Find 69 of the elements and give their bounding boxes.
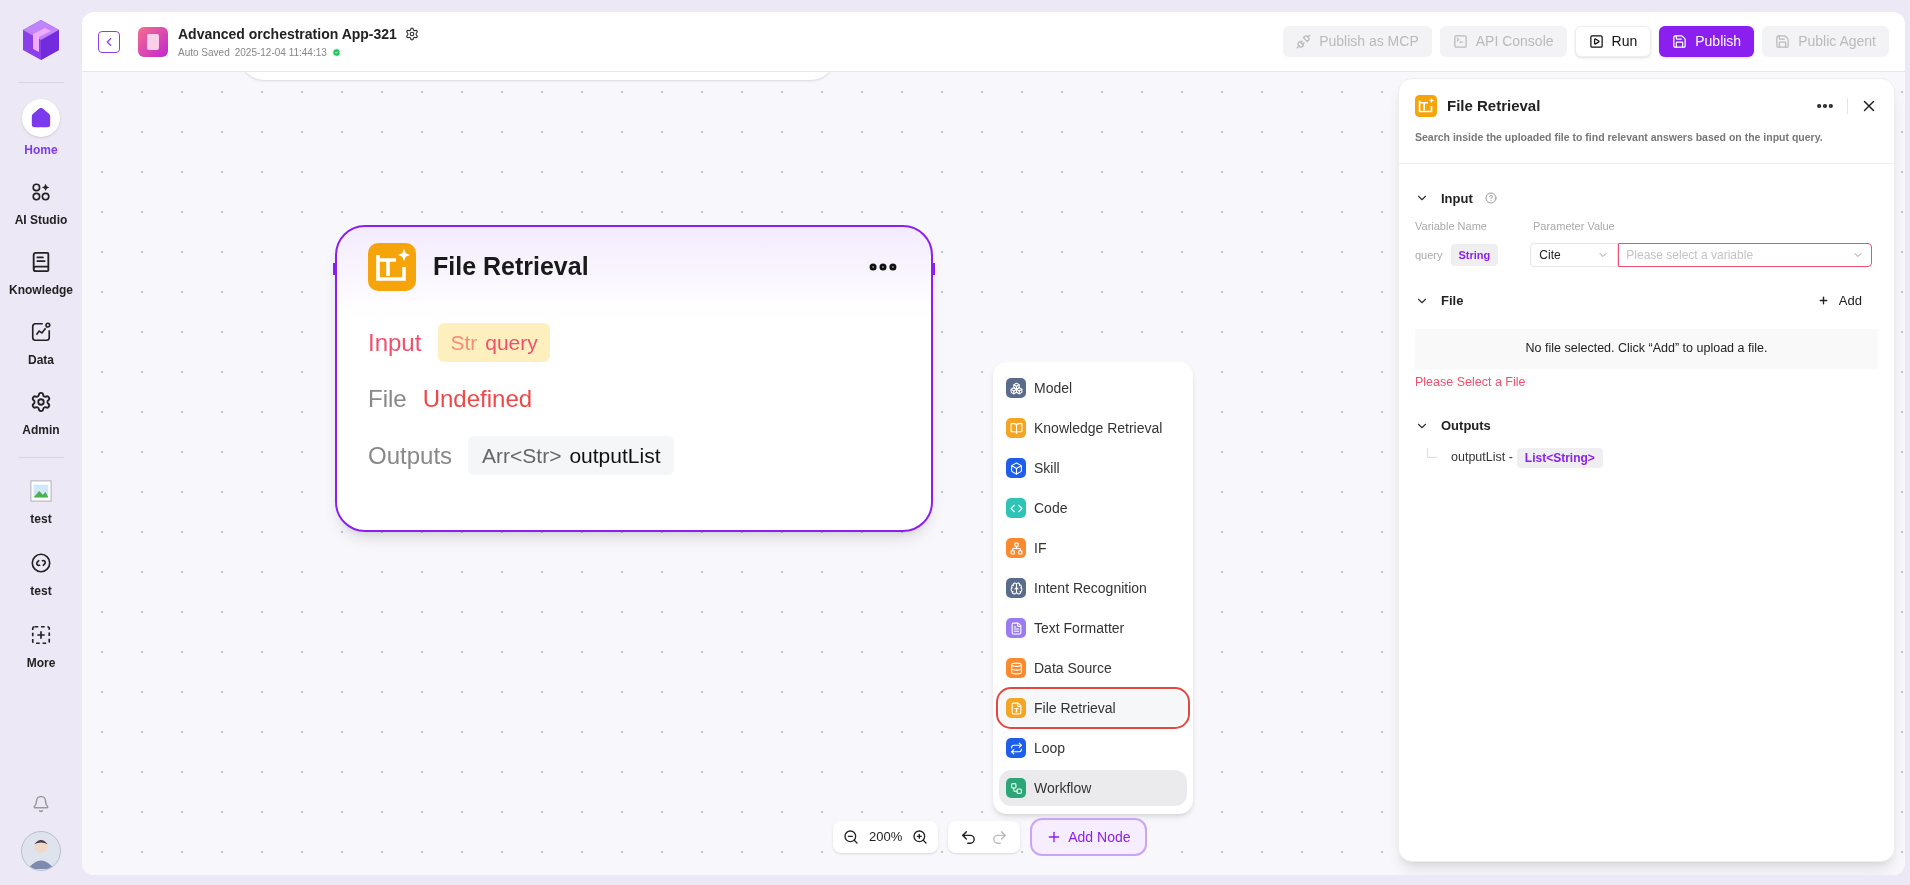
error-message: Please Select a File — [1415, 373, 1527, 391]
app-icon — [138, 26, 168, 57]
section-title: Input — [1441, 189, 1473, 208]
input-tag: Str query — [438, 323, 550, 362]
node-card[interactable]: File Retrieval Input Str query File Undefined Outputs Arr<Str> outputList — [335, 225, 933, 532]
node-handle[interactable] — [333, 263, 337, 275]
menu-item[interactable]: Intent Recognition — [999, 570, 1187, 606]
file-text-icon — [1415, 95, 1437, 118]
plus-icon — [1817, 295, 1829, 307]
menu-item[interactable]: Knowledge Retrieval — [999, 410, 1187, 446]
save-icon — [1672, 34, 1688, 49]
menu-item[interactable]: Workflow — [999, 770, 1187, 806]
sidebar-item[interactable]: test — [3, 472, 79, 532]
undo-icon[interactable] — [960, 828, 978, 846]
file-value: Undefined — [422, 384, 533, 414]
save-icon — [1775, 34, 1791, 49]
section-title: File — [1441, 292, 1464, 310]
menu-item[interactable]: Skill — [999, 450, 1187, 486]
sidebar-item[interactable]: Home — [3, 95, 79, 163]
plug-icon — [1296, 34, 1312, 49]
toolbar-button[interactable]: Run — [1574, 26, 1652, 57]
check-icon — [331, 47, 341, 57]
outputs-label: Outputs — [368, 440, 453, 471]
output-tag: Arr<Str> outputList — [468, 436, 675, 475]
node-handle[interactable] — [931, 263, 935, 275]
save-time: 2025-12-04 11:44:13 — [234, 45, 327, 60]
sidebar-item[interactable]: More — [3, 616, 79, 676]
sidebar-item[interactable]: test — [3, 544, 79, 604]
column-header: Parameter Value — [1533, 219, 1615, 235]
column-header: Variable Name — [1415, 219, 1488, 235]
add-file-button[interactable]: Add — [1817, 291, 1878, 311]
type-tag: String — [1450, 243, 1499, 266]
panel-title: File Retrieval — [1447, 96, 1541, 116]
save-status: Auto Saved — [178, 45, 230, 60]
file-label: File — [368, 384, 407, 414]
file-text-icon — [368, 243, 416, 291]
settings-icon[interactable] — [404, 27, 419, 41]
menu-item[interactable]: IF — [999, 530, 1187, 566]
input-label: Input — [368, 327, 422, 358]
variable-name: query — [1415, 247, 1443, 263]
menu-item[interactable]: Data Source — [999, 650, 1187, 686]
file-empty-state: No file selected. Click “Add” to upload a file. — [1415, 328, 1878, 369]
node-title: File Retrieval — [433, 251, 589, 283]
zoom-level: 200% — [869, 828, 903, 847]
app-title: Advanced orchestration App-321 — [178, 24, 397, 44]
output-name: outputList - — [1451, 449, 1513, 467]
sidebar-item[interactable]: Knowledge — [3, 243, 79, 303]
menu-item[interactable]: Text Formatter — [999, 610, 1187, 646]
toolbar-button[interactable]: Publish — [1659, 26, 1755, 57]
play-icon — [1588, 34, 1604, 49]
menu-item[interactable]: Model — [999, 370, 1187, 406]
logo-icon — [21, 18, 61, 62]
menu-item[interactable]: Code — [999, 490, 1187, 526]
sidebar-item[interactable]: Data — [3, 313, 79, 373]
zoom-in-icon[interactable] — [912, 829, 929, 845]
panel-description: Search inside the uploaded file to find relevant answers based on the input query. — [1415, 129, 1824, 145]
type-tag: List<String> — [1516, 447, 1603, 468]
back-button[interactable] — [98, 30, 120, 53]
mode-select[interactable]: Cite — [1530, 242, 1619, 267]
menu-item[interactable]: File Retrieval — [999, 690, 1187, 726]
sidebar-item[interactable]: Admin — [3, 383, 79, 443]
zoom-out-icon[interactable] — [843, 829, 859, 845]
sidebar-item[interactable]: AI Studio — [3, 173, 79, 233]
add-node-button[interactable]: Add Node — [1030, 818, 1147, 856]
terminal-icon — [1452, 34, 1468, 49]
section-title: Outputs — [1441, 416, 1491, 435]
home-icon — [22, 99, 60, 137]
menu-item[interactable]: Loop — [999, 730, 1187, 766]
avatar[interactable] — [21, 831, 61, 871]
